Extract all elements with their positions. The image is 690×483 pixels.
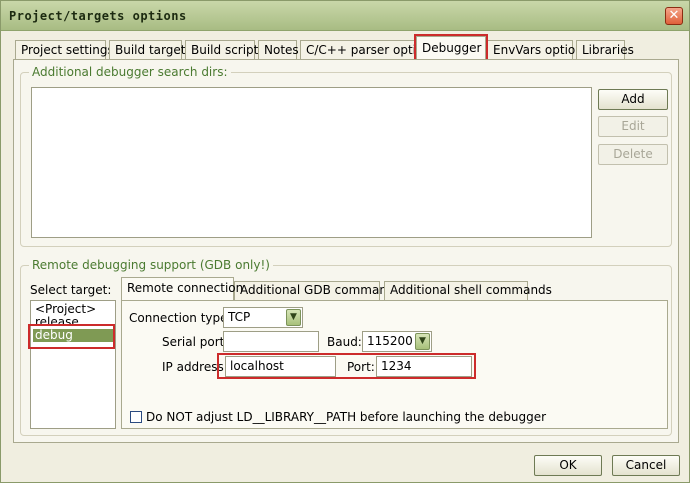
tab-notes[interactable]: Notes [258, 40, 299, 60]
chevron-down-icon[interactable]: ▼ [415, 333, 430, 350]
ip-address-field[interactable]: localhost [225, 356, 336, 377]
ip-address-label: IP address: [162, 360, 228, 374]
ok-button[interactable]: OK [534, 455, 602, 476]
chevron-down-icon[interactable]: ▼ [286, 309, 301, 326]
tab-project-settings[interactable]: Project settings [15, 40, 114, 60]
serial-port-field[interactable] [223, 331, 319, 352]
search-dirs-list[interactable] [31, 87, 592, 238]
remote-debugging-group: Remote debugging support (GDB only!) Sel… [20, 258, 672, 436]
tab-envvars-options[interactable]: EnvVars options [487, 40, 589, 60]
baud-select[interactable]: 115200 ▼ [362, 331, 432, 352]
port-field[interactable]: 1234 [376, 356, 472, 377]
remote-connection-panel: Connection type: TCP ▼ Serial port: Baud… [121, 300, 668, 429]
baud-label: Baud: [327, 335, 362, 349]
delete-button[interactable]: Delete [598, 144, 668, 165]
baud-value: 115200 [367, 334, 413, 348]
connection-type-select[interactable]: TCP ▼ [223, 307, 303, 328]
connection-type-value: TCP [228, 310, 251, 324]
cancel-button[interactable]: Cancel [612, 455, 680, 476]
target-list[interactable]: <Project> release debug [30, 300, 116, 429]
search-dirs-group: Additional debugger search dirs: Add Edi… [20, 65, 672, 247]
remote-debugging-legend: Remote debugging support (GDB only!) [29, 258, 273, 272]
tab-build-scripts[interactable]: Build scripts [185, 40, 265, 60]
edit-button[interactable]: Edit [598, 116, 668, 137]
ld-library-path-checkbox[interactable] [130, 411, 142, 423]
tab-build-targets[interactable]: Build targets [109, 40, 192, 60]
port-label: Port: [347, 360, 375, 374]
subtab-additional-shell-commands[interactable]: Additional shell commands [384, 281, 552, 300]
serial-port-label: Serial port: [162, 335, 229, 349]
window-title: Project/targets options [9, 9, 187, 23]
subtab-remote-connection[interactable]: Remote connection [121, 277, 243, 301]
project-targets-options-dialog: Project/targets options ✕ Project settin… [0, 0, 690, 483]
ld-library-path-label: Do NOT adjust LD__LIBRARY__PATH before l… [146, 410, 547, 424]
search-dirs-legend: Additional debugger search dirs: [29, 65, 231, 79]
tab-debugger[interactable]: Debugger [414, 34, 488, 63]
connection-type-label: Connection type: [129, 311, 232, 325]
tab-libraries[interactable]: Libraries [576, 40, 634, 60]
subtab-additional-gdb-commands[interactable]: Additional GDB commands [234, 281, 401, 300]
title-bar[interactable]: Project/targets options ✕ [1, 1, 689, 31]
target-item-debug[interactable]: debug [33, 329, 113, 342]
select-target-label: Select target: [30, 283, 112, 297]
debugger-tab-panel: Additional debugger search dirs: Add Edi… [13, 59, 679, 443]
add-button[interactable]: Add [598, 89, 668, 110]
tab-parser-options[interactable]: C/C++ parser options [300, 40, 437, 60]
close-icon[interactable]: ✕ [665, 7, 683, 25]
